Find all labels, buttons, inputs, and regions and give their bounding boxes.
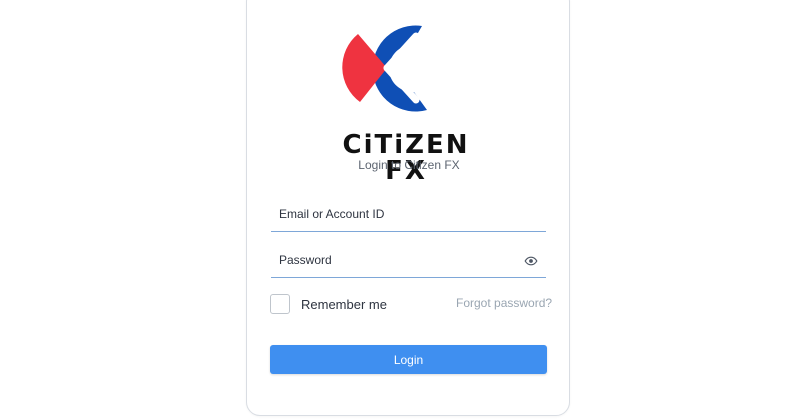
email-label: Email or Account ID: [279, 207, 385, 221]
login-button[interactable]: Login: [270, 345, 547, 374]
remember-me-checkbox[interactable]: [270, 294, 290, 314]
remember-me-label[interactable]: Remember me: [301, 297, 387, 312]
password-field[interactable]: Password: [271, 244, 546, 278]
login-subtitle: Login to Citizen FX: [358, 158, 460, 172]
brand-logo: CiTiZEN FX: [330, 18, 470, 184]
email-field[interactable]: Email or Account ID: [271, 198, 546, 232]
citizen-fx-logo-icon: [342, 25, 427, 112]
password-label: Password: [279, 253, 332, 267]
forgot-password-link[interactable]: Forgot password?: [456, 296, 552, 310]
eye-icon[interactable]: [524, 254, 538, 268]
